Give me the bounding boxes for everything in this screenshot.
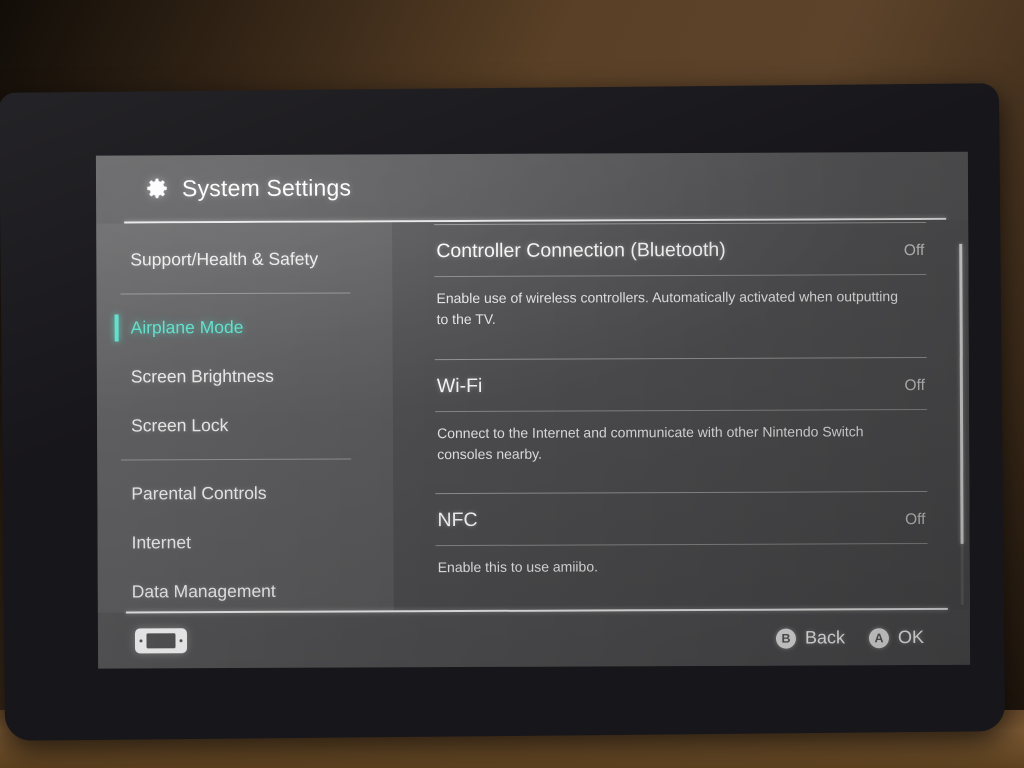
selection-indicator	[114, 314, 119, 342]
hint-label: OK	[897, 626, 925, 648]
hint-label: Back	[804, 627, 846, 648]
footer: B Back A OK	[98, 610, 970, 669]
scrollbar-thumb[interactable]	[959, 243, 964, 544]
sidebar-item-label: Internet	[131, 532, 191, 553]
setting-title: Controller Connection (Bluetooth)	[436, 238, 726, 263]
sidebar-divider	[121, 458, 352, 461]
header: System Settings	[96, 152, 968, 222]
sidebar-item-label: Parental Controls	[131, 482, 267, 504]
row-header: Controller Connection (Bluetooth) Off	[430, 223, 932, 276]
setting-description: Connect to the Internet and communicate …	[437, 422, 864, 462]
sidebar: Support/Health & Safety Airplane Mode Scre…	[96, 222, 394, 613]
sidebar-item-label: Screen Lock	[131, 415, 229, 436]
row-header: Wi-Fi Off	[431, 357, 933, 410]
sidebar-item-screen-brightness[interactable]: Screen Brightness	[97, 351, 393, 401]
sidebar-item-data-management[interactable]: Data Management	[98, 566, 394, 612]
body-area: Support/Health & Safety Airplane Mode Scre…	[96, 219, 970, 613]
setting-row[interactable]: Controller Connection (Bluetooth) Off Enab…	[430, 220, 933, 357]
hint-back[interactable]: B Back	[775, 627, 846, 649]
nintendo-switch-console: System Settings Support/Health & Safety A…	[0, 83, 1006, 741]
setting-value: Off	[904, 376, 925, 394]
sidebar-divider	[120, 292, 351, 295]
setting-row[interactable]: Wi-Fi Off Connect to the Internet and comm…	[431, 354, 934, 491]
setting-value: Off	[905, 511, 926, 529]
button-hints: B Back A OK	[775, 626, 925, 649]
switch-console-icon[interactable]	[134, 627, 188, 654]
sidebar-item-label: Data Management	[131, 580, 276, 602]
sidebar-item-support-health-safety[interactable]: Support/Health & Safety	[96, 234, 392, 284]
setting-description: Enable this to use amiibo.	[437, 558, 599, 576]
sidebar-item-label: Screen Brightness	[130, 365, 274, 387]
hint-ok[interactable]: A OK	[868, 626, 925, 648]
page-title: System Settings	[181, 173, 352, 201]
sidebar-item-internet[interactable]: Internet	[97, 517, 393, 567]
button-a-icon: A	[868, 627, 890, 648]
settings-list: Controller Connection (Bluetooth) Off Enab…	[392, 219, 970, 612]
console-screen: System Settings Support/Health & Safety A…	[95, 151, 971, 669]
setting-title: Wi-Fi	[436, 374, 483, 397]
setting-description: Enable use of wireless controllers. Auto…	[436, 288, 899, 328]
button-b-icon: B	[775, 628, 796, 649]
setting-value: Off	[903, 241, 925, 260]
sidebar-item-screen-lock[interactable]: Screen Lock	[97, 400, 393, 450]
gear-icon	[147, 178, 167, 199]
sidebar-item-airplane-mode[interactable]: Airplane Mode	[97, 302, 393, 352]
sidebar-item-parental-controls[interactable]: Parental Controls	[97, 468, 393, 518]
row-header: NFC Off	[431, 492, 933, 545]
sidebar-item-label: Support/Health & Safety	[130, 248, 319, 270]
setting-row[interactable]: NFC Off Enable this to use amiibo.	[431, 489, 933, 604]
sidebar-item-label: Airplane Mode	[130, 316, 244, 338]
setting-title: NFC	[437, 509, 478, 532]
